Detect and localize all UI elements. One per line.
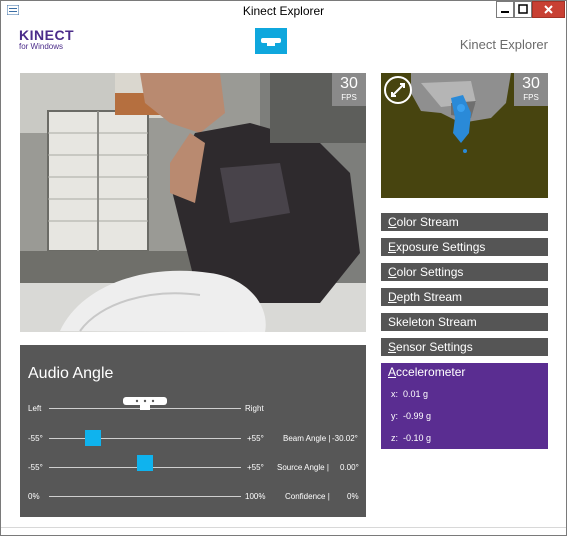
beam-angle-label: Beam Angle | [283,434,331,443]
app-window: Kinect Explorer KINECT for Windows Kinec… [0,0,567,536]
button-label: xposure Settings [396,240,486,254]
left-label: Left [28,404,42,413]
beam-angle-track [49,438,241,439]
confidence-min-label: 0% [28,492,40,501]
beam-min-label: -55° [28,434,43,443]
depth-camera-view: 30 FPS [381,73,548,198]
color-fps-counter: 30 FPS [332,73,366,106]
confidence-value: 0% [347,492,359,501]
accel-z-label: z: [391,433,399,443]
bottom-divider [1,527,566,528]
depth-stream-button[interactable]: Depth Stream [381,288,548,306]
source-angle-label: Source Angle | [277,463,329,472]
source-angle-value: 0.00° [340,463,359,472]
accel-z-row: z: -0.10 g [391,433,431,443]
access-key: D [388,290,397,304]
beam-max-label: +55° [247,434,264,443]
access-key: S [388,340,397,354]
right-label: Right [245,404,264,413]
access-key: C [388,215,397,229]
exposure-settings-button[interactable]: Exposure Settings [381,238,548,256]
logo-sub-text: for Windows [19,42,64,51]
close-icon [544,5,553,14]
kinect-sensor-icon [255,28,287,54]
swap-views-icon[interactable] [383,75,413,105]
minimize-button[interactable] [496,1,514,18]
depth-fps-value: 30 [522,75,540,92]
color-fps-label: FPS [341,93,357,102]
accel-y-label: y: [391,411,399,421]
confidence-label: Confidence | [285,492,330,501]
beam-angle-indicator [84,430,101,446]
source-angle-indicator [137,455,153,471]
accelerometer-panel[interactable]: Accelerometer x: 0.01 g y: -0.99 g z: -0… [381,363,548,449]
source-min-label: -55° [28,463,43,472]
minimize-icon [501,11,509,13]
audio-angle-panel: Audio Angle Left Right -55° +55° Beam An… [20,345,366,517]
color-fps-value: 30 [340,75,358,92]
kinect-sensor-icon [123,397,167,410]
skeleton-stream-button[interactable]: Skeleton Stream [381,313,548,331]
accelerometer-header: Accelerometer [381,363,548,381]
maximize-icon [518,4,528,14]
kinect-logo: KINECT for Windows [19,28,74,52]
color-camera-view: 30 FPS [20,73,366,332]
accel-x-label: x: [391,389,399,399]
accel-z-value: -0.10 g [403,433,432,443]
accel-x-row: x: 0.01 g [391,389,428,399]
title-bar: Kinect Explorer [1,1,566,21]
accelerometer-title: ccelerometer [396,365,466,379]
logo-main-text: KINECT [19,27,75,43]
depth-fps-counter: 30 FPS [514,73,548,106]
button-label: ensor Settings [396,340,473,354]
color-settings-button[interactable]: Color Settings [381,263,548,281]
beam-angle-value: -30.02° [332,434,358,443]
button-label-first: S [388,315,397,329]
access-key: E [388,240,397,254]
window-title: Kinect Explorer [242,4,325,18]
button-label: olor Stream [396,215,459,229]
access-key: A [388,365,397,379]
color-stream-button[interactable]: Color Stream [381,213,548,231]
button-label: keleton Stream [396,315,477,329]
confidence-track [49,496,241,497]
source-max-label: +55° [247,463,264,472]
depth-fps-label: FPS [523,93,539,102]
app-title: Kinect Explorer [459,37,548,52]
button-label: epth Stream [396,290,463,304]
confidence-max-label: 100% [245,492,266,501]
close-button[interactable] [532,1,565,18]
access-key: C [388,265,397,279]
audio-angle-title: Audio Angle [28,365,114,382]
button-label: olor Settings [396,265,464,279]
maximize-button[interactable] [514,1,532,18]
accel-y-value: -0.99 g [403,411,432,421]
accel-x-value: 0.01 g [403,389,429,399]
accel-y-row: y: -0.99 g [391,411,431,421]
color-camera-image [20,73,366,332]
sensor-settings-button[interactable]: Sensor Settings [381,338,548,356]
